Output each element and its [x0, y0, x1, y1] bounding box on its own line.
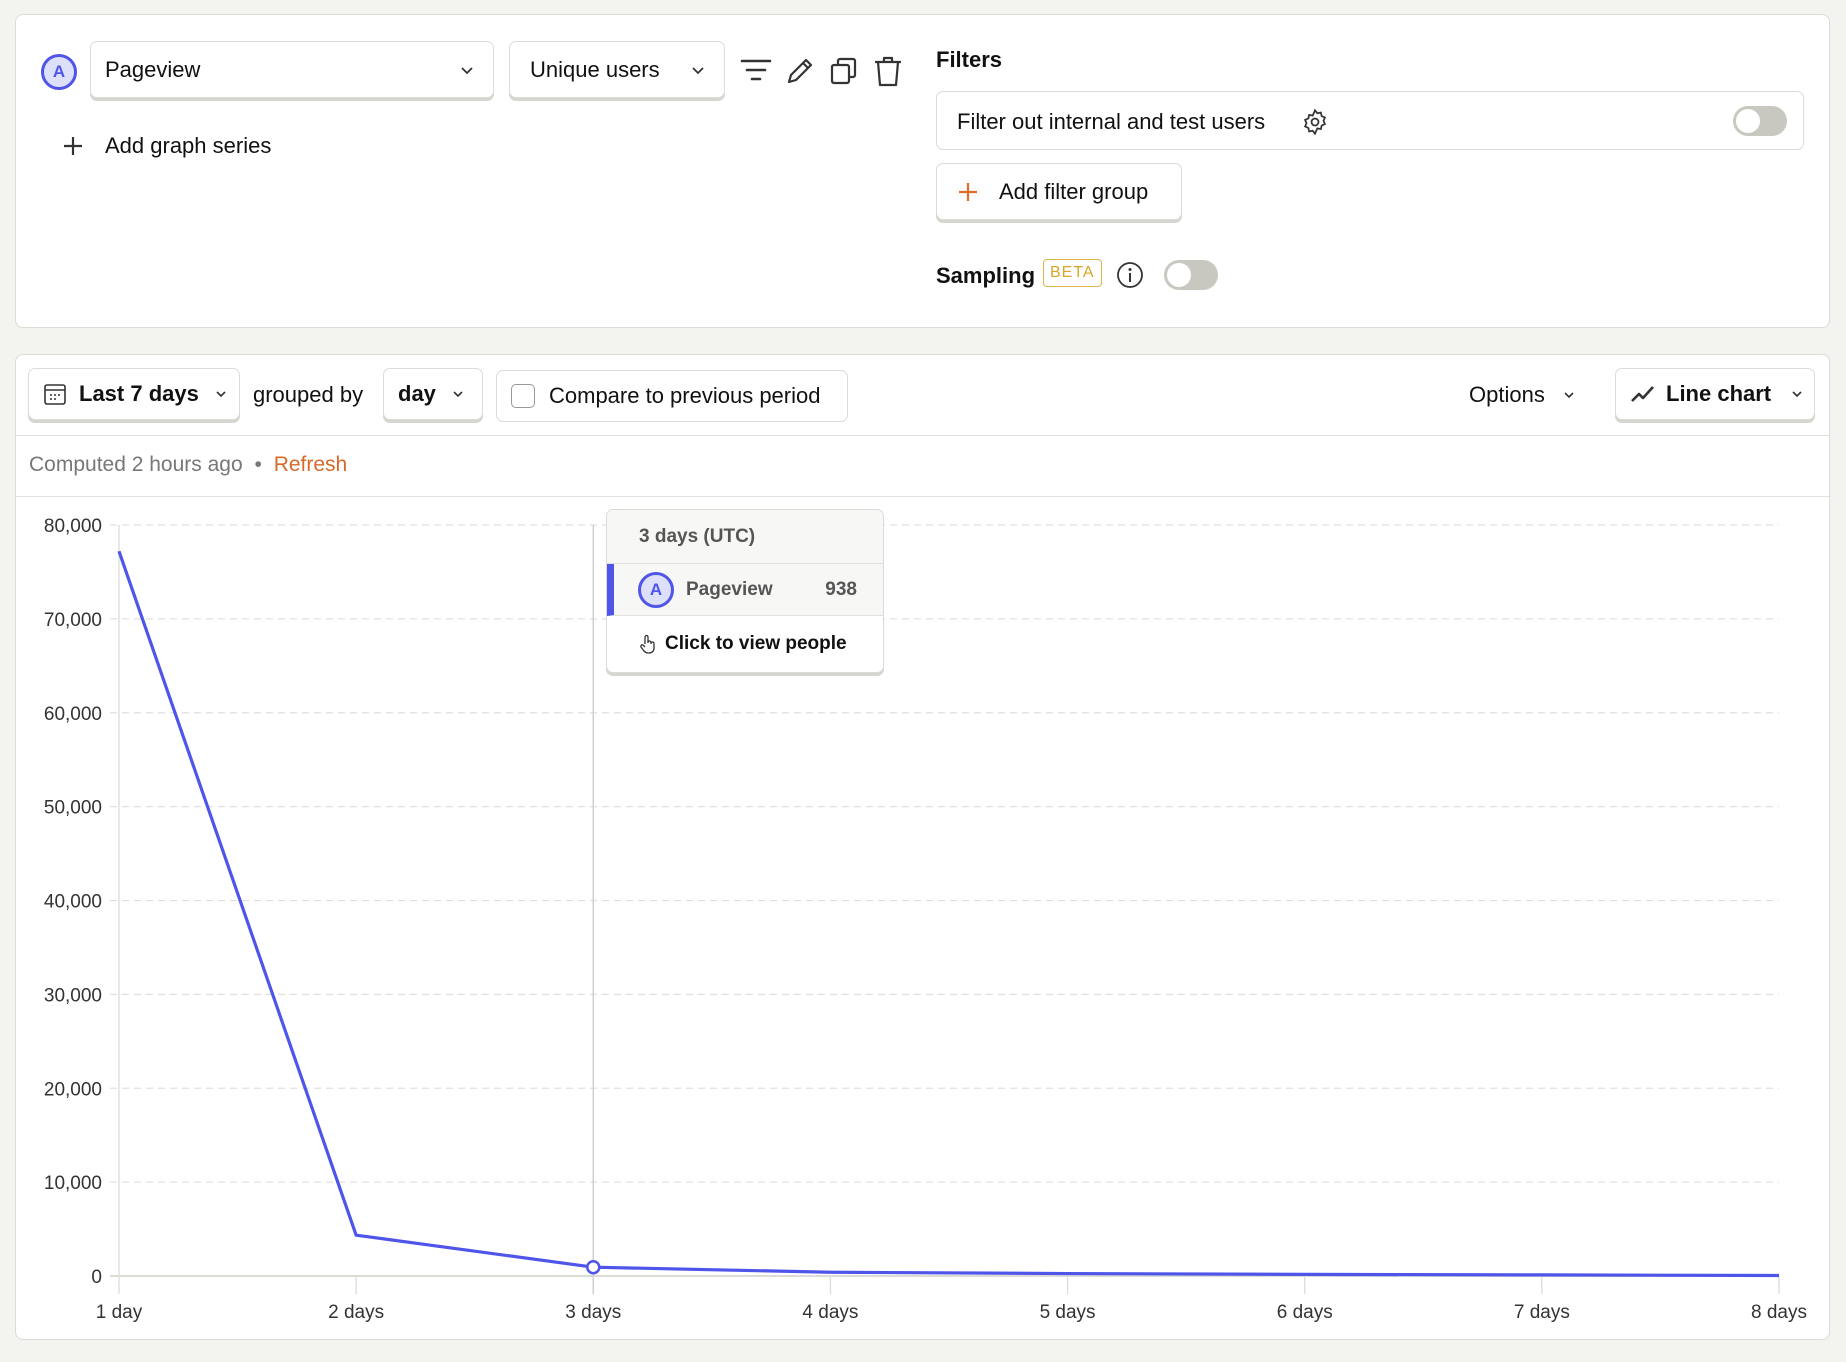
tooltip-series-value: 938 [825, 578, 857, 600]
y-tick-label: 50,000 [44, 798, 102, 819]
y-tick-label: 80,000 [44, 516, 102, 537]
x-tick-label: 6 days [1277, 1302, 1333, 1323]
x-tick-label: 4 days [802, 1302, 858, 1323]
line-chart[interactable]: 0 10,000 20,000 30,000 40,000 50,000 60,000 70,… [0, 0, 1846, 1362]
tooltip-footer-label: Click to view people [665, 633, 847, 654]
x-tick-label: 2 days [328, 1302, 384, 1323]
tooltip-title: 3 days (UTC) [607, 510, 883, 564]
tooltip-series-name: Pageview [686, 578, 773, 600]
data-point [586, 1259, 601, 1275]
click-to-view-people[interactable]: Click to view people [607, 616, 883, 672]
chart-tooltip: 3 days (UTC) A Pageview 938 Click to vie… [606, 509, 884, 673]
x-tick-label: 7 days [1514, 1302, 1570, 1323]
x-tick-label: 8 days [1751, 1302, 1807, 1323]
tooltip-series-badge: A [638, 571, 674, 608]
series-line-pageview [117, 550, 1780, 1278]
x-tick-label: 5 days [1040, 1302, 1096, 1323]
pointer-hand-icon [640, 634, 655, 654]
tooltip-series-row: A Pageview 938 [607, 564, 883, 616]
x-tick-label: 1 day [96, 1302, 143, 1323]
y-tick-label: 0 [91, 1267, 102, 1288]
y-tick-label: 20,000 [44, 1079, 102, 1100]
x-tick-label: 3 days [565, 1302, 621, 1323]
y-tick-label: 30,000 [44, 985, 102, 1006]
y-tick-label: 10,000 [44, 1173, 102, 1194]
y-tick-label: 60,000 [44, 704, 102, 725]
y-tick-label: 70,000 [44, 610, 102, 631]
y-tick-label: 40,000 [44, 892, 102, 913]
